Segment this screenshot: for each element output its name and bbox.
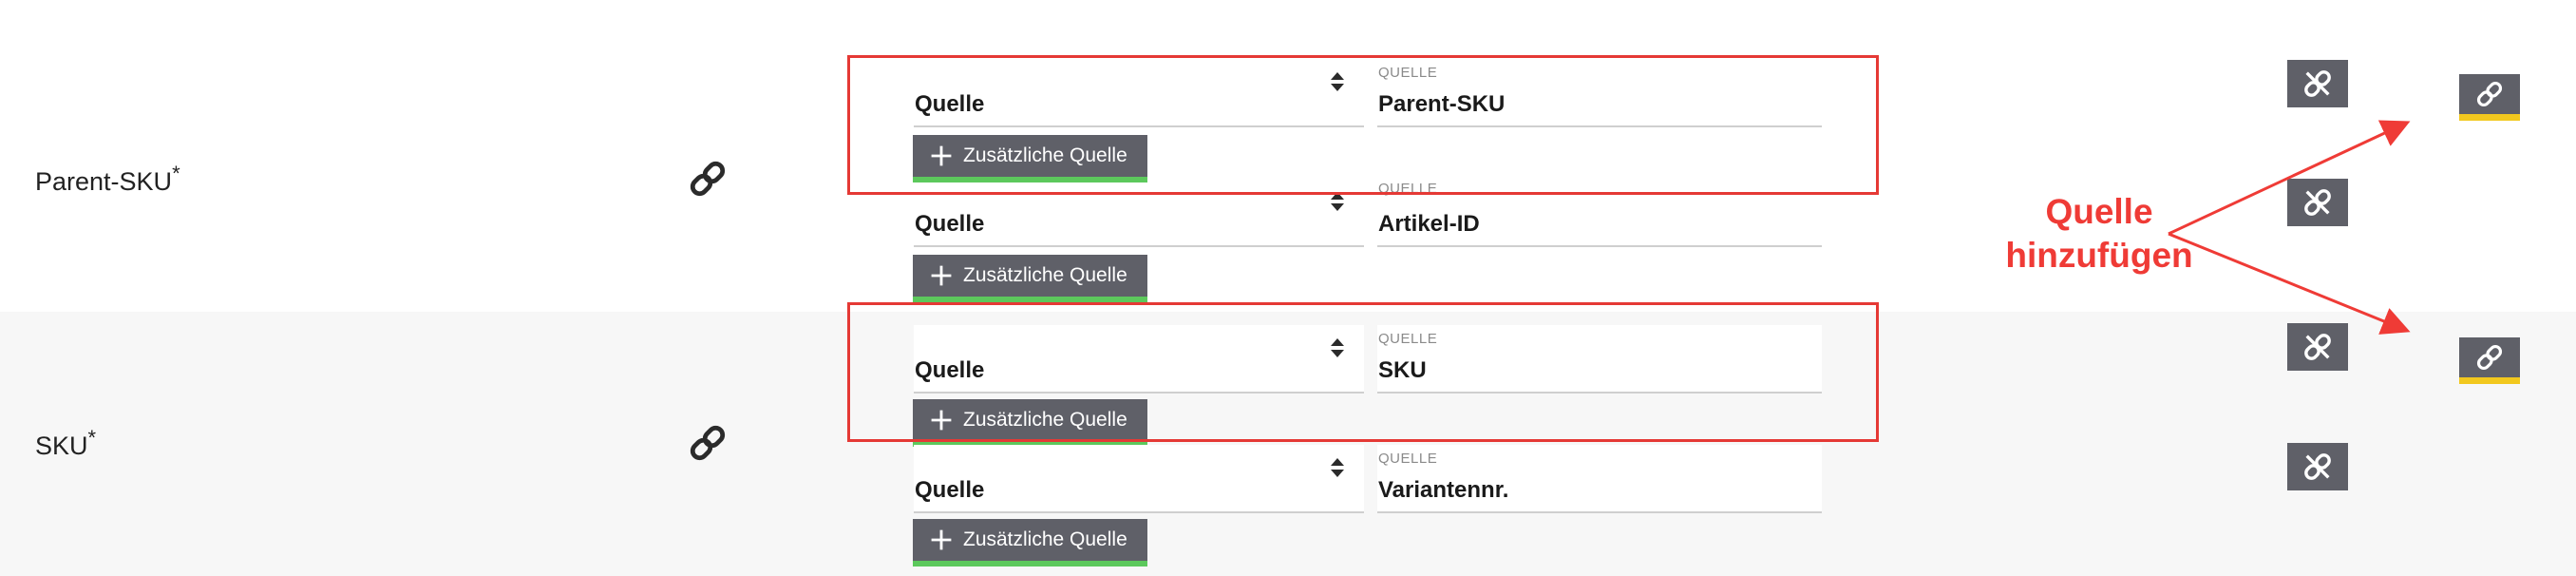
highlight-box [847, 55, 1879, 195]
highlight-box [847, 302, 1879, 442]
source-type-value: Quelle [915, 477, 985, 503]
link-icon[interactable] [687, 422, 729, 464]
field-label-text: Parent-SKU [35, 167, 173, 196]
add-additional-source-button[interactable]: Zusätzliche Quelle [913, 255, 1147, 302]
add-additional-source-label: Zusätzliche Quelle [963, 264, 1127, 286]
source-field-value: Variantennr. [1378, 477, 1509, 503]
annotation-line-2: hinzufügen [2005, 236, 2193, 275]
plus-icon [931, 529, 952, 550]
annotation-line-1: Quelle [2045, 192, 2153, 231]
remove-mapping-button[interactable] [2287, 179, 2348, 226]
source-field-label: QUELLE [1378, 451, 1438, 467]
source-field-value: Artikel-ID [1378, 211, 1480, 237]
add-source-link-button[interactable] [2459, 74, 2520, 121]
remove-mapping-button[interactable] [2287, 60, 2348, 107]
link-icon [2476, 344, 2503, 371]
source-type-select[interactable]: Quelle [914, 445, 1364, 513]
link-icon[interactable] [687, 158, 729, 200]
link-icon [2476, 81, 2503, 107]
add-additional-source-label: Zusätzliche Quelle [963, 528, 1127, 550]
remove-mapping-button[interactable] [2287, 443, 2348, 490]
annotation-text: Quelle hinzufügen [1980, 190, 2218, 278]
remove-mapping-button[interactable] [2287, 323, 2348, 371]
unlink-icon [2304, 189, 2331, 216]
source-type-value: Quelle [915, 211, 985, 237]
source-field[interactable]: QUELLE Variantennr. [1377, 445, 1822, 513]
unlink-icon [2304, 453, 2331, 480]
add-additional-source-button[interactable]: Zusätzliche Quelle [913, 519, 1147, 566]
unlink-icon [2304, 334, 2331, 360]
sort-arrows-icon [1331, 458, 1344, 477]
plus-icon [931, 265, 952, 286]
field-label-parent-sku: Parent-SKU* [35, 162, 180, 197]
field-label-sku: SKU* [35, 426, 96, 461]
required-marker: * [172, 162, 180, 185]
required-marker: * [87, 426, 97, 450]
field-label-text: SKU [35, 432, 88, 460]
add-source-link-button[interactable] [2459, 337, 2520, 384]
unlink-icon [2304, 70, 2331, 97]
